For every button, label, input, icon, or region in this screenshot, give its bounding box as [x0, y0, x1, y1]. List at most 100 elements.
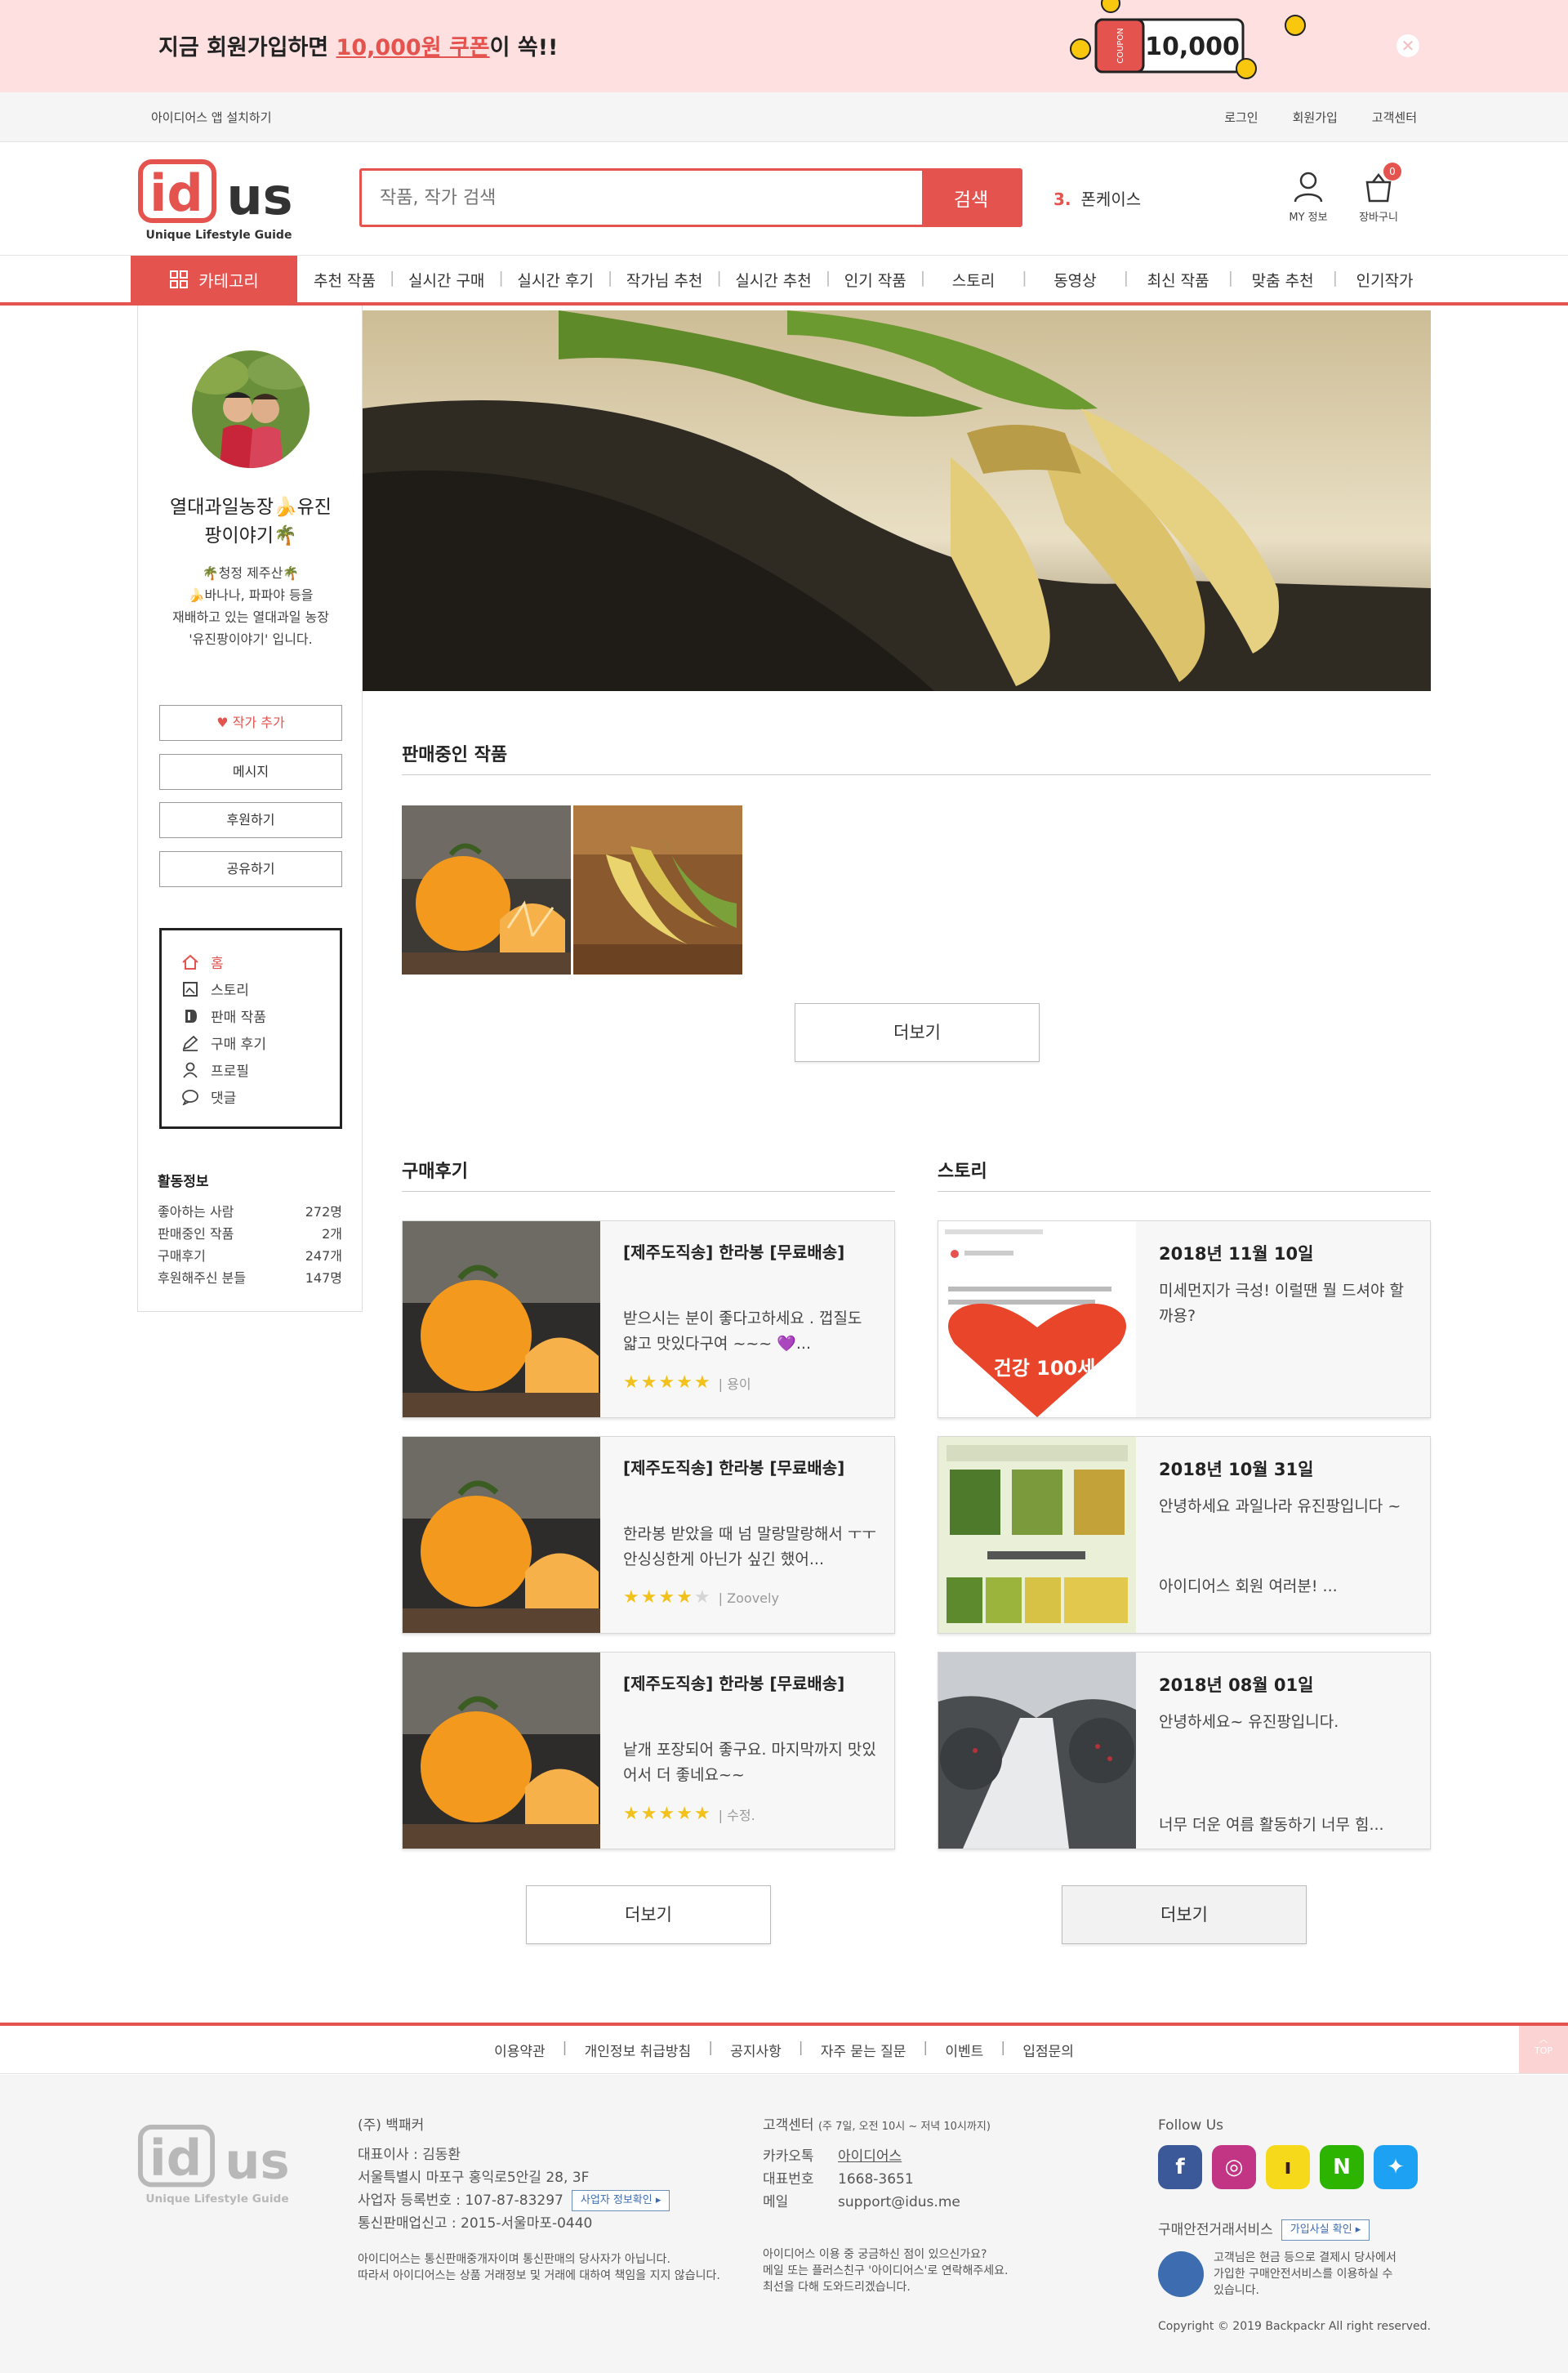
- footer-link-faq[interactable]: 자주 묻는 질문: [799, 2040, 926, 2060]
- cs-note-line1: 아이디어스 이용 중 궁금하신 점이 있으신가요?: [763, 2248, 987, 2261]
- story-extra: 아이디어스 회원 여러분! ...: [1159, 1577, 1338, 1595]
- safe-trade-button[interactable]: 가입사실 확인 ▸: [1281, 2219, 1370, 2241]
- follow-label: 작가 추가: [232, 715, 285, 730]
- menu-item-reviews[interactable]: 구매 후기: [181, 1029, 340, 1056]
- review-body: 낱개 포장되어 좋구요. 마지막까지 맛있어서 더 좋네요~~: [623, 1741, 876, 1784]
- star-icon: ★: [623, 1587, 639, 1608]
- footer-link-event[interactable]: 이벤트: [923, 2040, 1003, 2060]
- nav-item-latest[interactable]: 최신 작품: [1124, 269, 1231, 291]
- menu-item-profile[interactable]: 프로필: [181, 1056, 340, 1083]
- heart-icon: ♥: [216, 715, 229, 730]
- star-icon: ★: [693, 1587, 710, 1608]
- nav-item-realtime-recommend[interactable]: 실시간 추천: [716, 269, 827, 291]
- email-value[interactable]: support@idus.me: [838, 2194, 960, 2210]
- cs-note: 아이디어스 이용 중 궁금하신 점이 있으신가요? 메일 또는 플러스친구 '아…: [763, 2246, 1008, 2295]
- footer-link-terms[interactable]: 이용약관: [474, 2040, 565, 2060]
- nav-item-custom[interactable]: 맞춤 추천: [1228, 269, 1335, 291]
- menu-item-products[interactable]: 판매 작품: [181, 1002, 340, 1029]
- support-link[interactable]: 고객센터: [1372, 109, 1417, 126]
- avatar[interactable]: [192, 350, 310, 468]
- story-extra: 너무 더운 여름 활동하기 너무 힘...: [1159, 1816, 1384, 1834]
- story-card[interactable]: 2018년 10월 31일 안녕하세요 과일나라 유진팡입니다 ~ 아이디어스 …: [938, 1436, 1431, 1634]
- instagram-icon[interactable]: ◎: [1212, 2145, 1256, 2189]
- products-more-button[interactable]: 더보기: [795, 1003, 1040, 1062]
- biz-info-button[interactable]: 사업자 정보확인 ▸: [571, 2190, 670, 2211]
- activity-stats: 좋아하는 사람 272명 판매중인 작품 2개 구매후기 247개 후원해주신 분들 1…: [158, 1201, 342, 1289]
- menu-item-story[interactable]: 스토리: [181, 975, 340, 1002]
- nav-item-video[interactable]: 동영상: [1022, 269, 1125, 291]
- product-card[interactable]: [573, 805, 742, 975]
- star-icon: ★: [676, 1587, 693, 1608]
- main-nav: 카테고리 추천 작품 실시간 구매 실시간 후기 작가님 추천 실시간 추천 인…: [0, 255, 1568, 306]
- activity-value: 2개: [322, 1226, 342, 1242]
- review-title: [제주도직송] 한라봉 [무료배송]: [623, 1458, 845, 1478]
- stories-more-button[interactable]: 더보기: [1062, 1885, 1307, 1944]
- product-card[interactable]: [402, 805, 571, 975]
- menu-item-home[interactable]: 홈: [181, 948, 340, 975]
- sponsor-button[interactable]: 후원하기: [159, 802, 342, 838]
- kakao-story-icon[interactable]: ı: [1266, 2145, 1310, 2189]
- review-body: 받으시는 분이 좋다고하세요 . 껍질도 얇고 맛있다구여 ~~~ 💜...: [623, 1309, 862, 1353]
- social-links: f ◎ ı N ✦: [1158, 2145, 1418, 2189]
- follow-artist-button[interactable]: ♥ 작가 추가: [159, 705, 342, 741]
- footer-link-privacy[interactable]: 개인정보 취급방침: [563, 2040, 711, 2060]
- idus-logo[interactable]: id us Unique Lifestyle Guide: [137, 152, 301, 243]
- cart-button[interactable]: 0 장바구니: [1346, 163, 1411, 224]
- message-button[interactable]: 메시지: [159, 754, 342, 790]
- close-icon[interactable]: ✕: [1396, 34, 1419, 57]
- review-card[interactable]: [제주도직송] 한라봉 [무료배송] 받으시는 분이 좋다고하세요 . 껍질도 …: [402, 1220, 895, 1418]
- star-icon: ★: [658, 1587, 675, 1608]
- facebook-icon[interactable]: f: [1158, 2145, 1202, 2189]
- story-thumbnail: [938, 1437, 1136, 1633]
- activity-value: 272명: [305, 1204, 342, 1220]
- nav-item-popular-artist[interactable]: 인기작가: [1333, 269, 1435, 291]
- star-icon: ★: [640, 1372, 657, 1393]
- naver-icon[interactable]: N: [1320, 2145, 1364, 2189]
- review-rating: ★ ★ ★ ★ ★ | 수정.: [623, 1804, 755, 1824]
- utility-bar: 아이디어스 앱 설치하기 로그인 회원가입 고객센터: [0, 92, 1568, 142]
- footer-link-partner[interactable]: 입점문의: [1000, 2040, 1094, 2060]
- story-card[interactable]: 2018년 08월 01일 안녕하세요~ 유진팡입니다. 너무 더운 여름 활동…: [938, 1652, 1431, 1849]
- nav-item-realtime-review[interactable]: 실시간 후기: [498, 269, 609, 291]
- cs-hours: (주 7일, 오전 10시 ~ 저녁 10시까지): [817, 2121, 991, 2133]
- search-input[interactable]: [380, 182, 902, 213]
- nav-item-artist-pick[interactable]: 작가님 추천: [608, 269, 719, 291]
- review-card[interactable]: [제주도직송] 한라봉 [무료배송] 낱개 포장되어 좋구요. 마지막까지 맛있…: [402, 1652, 895, 1849]
- menu-label-home: 홈: [211, 956, 224, 972]
- safe-desc-line1: 고객님은 현금 등으로 결제시 당사에서: [1214, 2251, 1396, 2264]
- menu-item-comments[interactable]: 댓글: [181, 1083, 340, 1110]
- reviews-more-button[interactable]: 더보기: [526, 1885, 771, 1944]
- review-thumbnail: [403, 1221, 600, 1417]
- profile-icon: [183, 1062, 198, 1078]
- svg-text:us: us: [226, 167, 292, 226]
- health-infographic-image: 건강 100세: [938, 1221, 1136, 1417]
- nav-item-story[interactable]: 스토리: [920, 269, 1024, 291]
- nav-item-popular[interactable]: 인기 작품: [826, 269, 923, 291]
- app-install-link[interactable]: 아이디어스 앱 설치하기: [151, 109, 272, 126]
- share-button[interactable]: 공유하기: [159, 851, 342, 887]
- follow-us-title: Follow Us: [1158, 2117, 1224, 2134]
- products-section-title: 판매중인 작품: [402, 745, 508, 765]
- footer-link-notice[interactable]: 공지사항: [708, 2040, 801, 2060]
- search-button[interactable]: 검색: [922, 171, 1020, 225]
- nav-item-realtime-purchase[interactable]: 실시간 구매: [390, 269, 501, 291]
- section-divider: [402, 1191, 895, 1192]
- signup-link[interactable]: 회원가입: [1293, 109, 1338, 126]
- orange-product-photo: [402, 805, 571, 975]
- login-link[interactable]: 로그인: [1224, 109, 1258, 126]
- promo-banner[interactable]: 지금 회원가입하면 10,000원 쿠폰이 쏙!! COUPON 10,000 …: [0, 0, 1568, 92]
- nav-item-recommended[interactable]: 추천 작품: [297, 269, 392, 291]
- scroll-top-button[interactable]: ︿ TOP: [1519, 2026, 1568, 2073]
- twitter-icon[interactable]: ✦: [1374, 2145, 1418, 2189]
- company-address: 서울특별시 마포구 홍익로5안길 28, 3F: [358, 2170, 590, 2186]
- review-rating: ★ ★ ★ ★ ★ | Zoovely: [623, 1589, 779, 1607]
- activity-row: 좋아하는 사람 272명: [158, 1201, 342, 1223]
- review-card[interactable]: [제주도직송] 한라봉 [무료배송] 한라봉 받았을 때 넘 말랑말랑해서 ㅜㅜ…: [402, 1436, 895, 1634]
- my-info-button[interactable]: MY 정보: [1276, 171, 1341, 224]
- category-button[interactable]: 카테고리: [131, 256, 297, 303]
- story-card[interactable]: 건강 100세 2018년 11월 10일 미세먼지가 극성! 이럴땐 뭘 드셔…: [938, 1220, 1431, 1418]
- trending-keyword[interactable]: 3. 폰케이스: [1054, 186, 1141, 210]
- kakao-link[interactable]: 아이디어스: [838, 2148, 902, 2165]
- phone-value: 1668-3651: [838, 2171, 914, 2188]
- company-ceo: 대표이사 : 김동환: [358, 2147, 461, 2163]
